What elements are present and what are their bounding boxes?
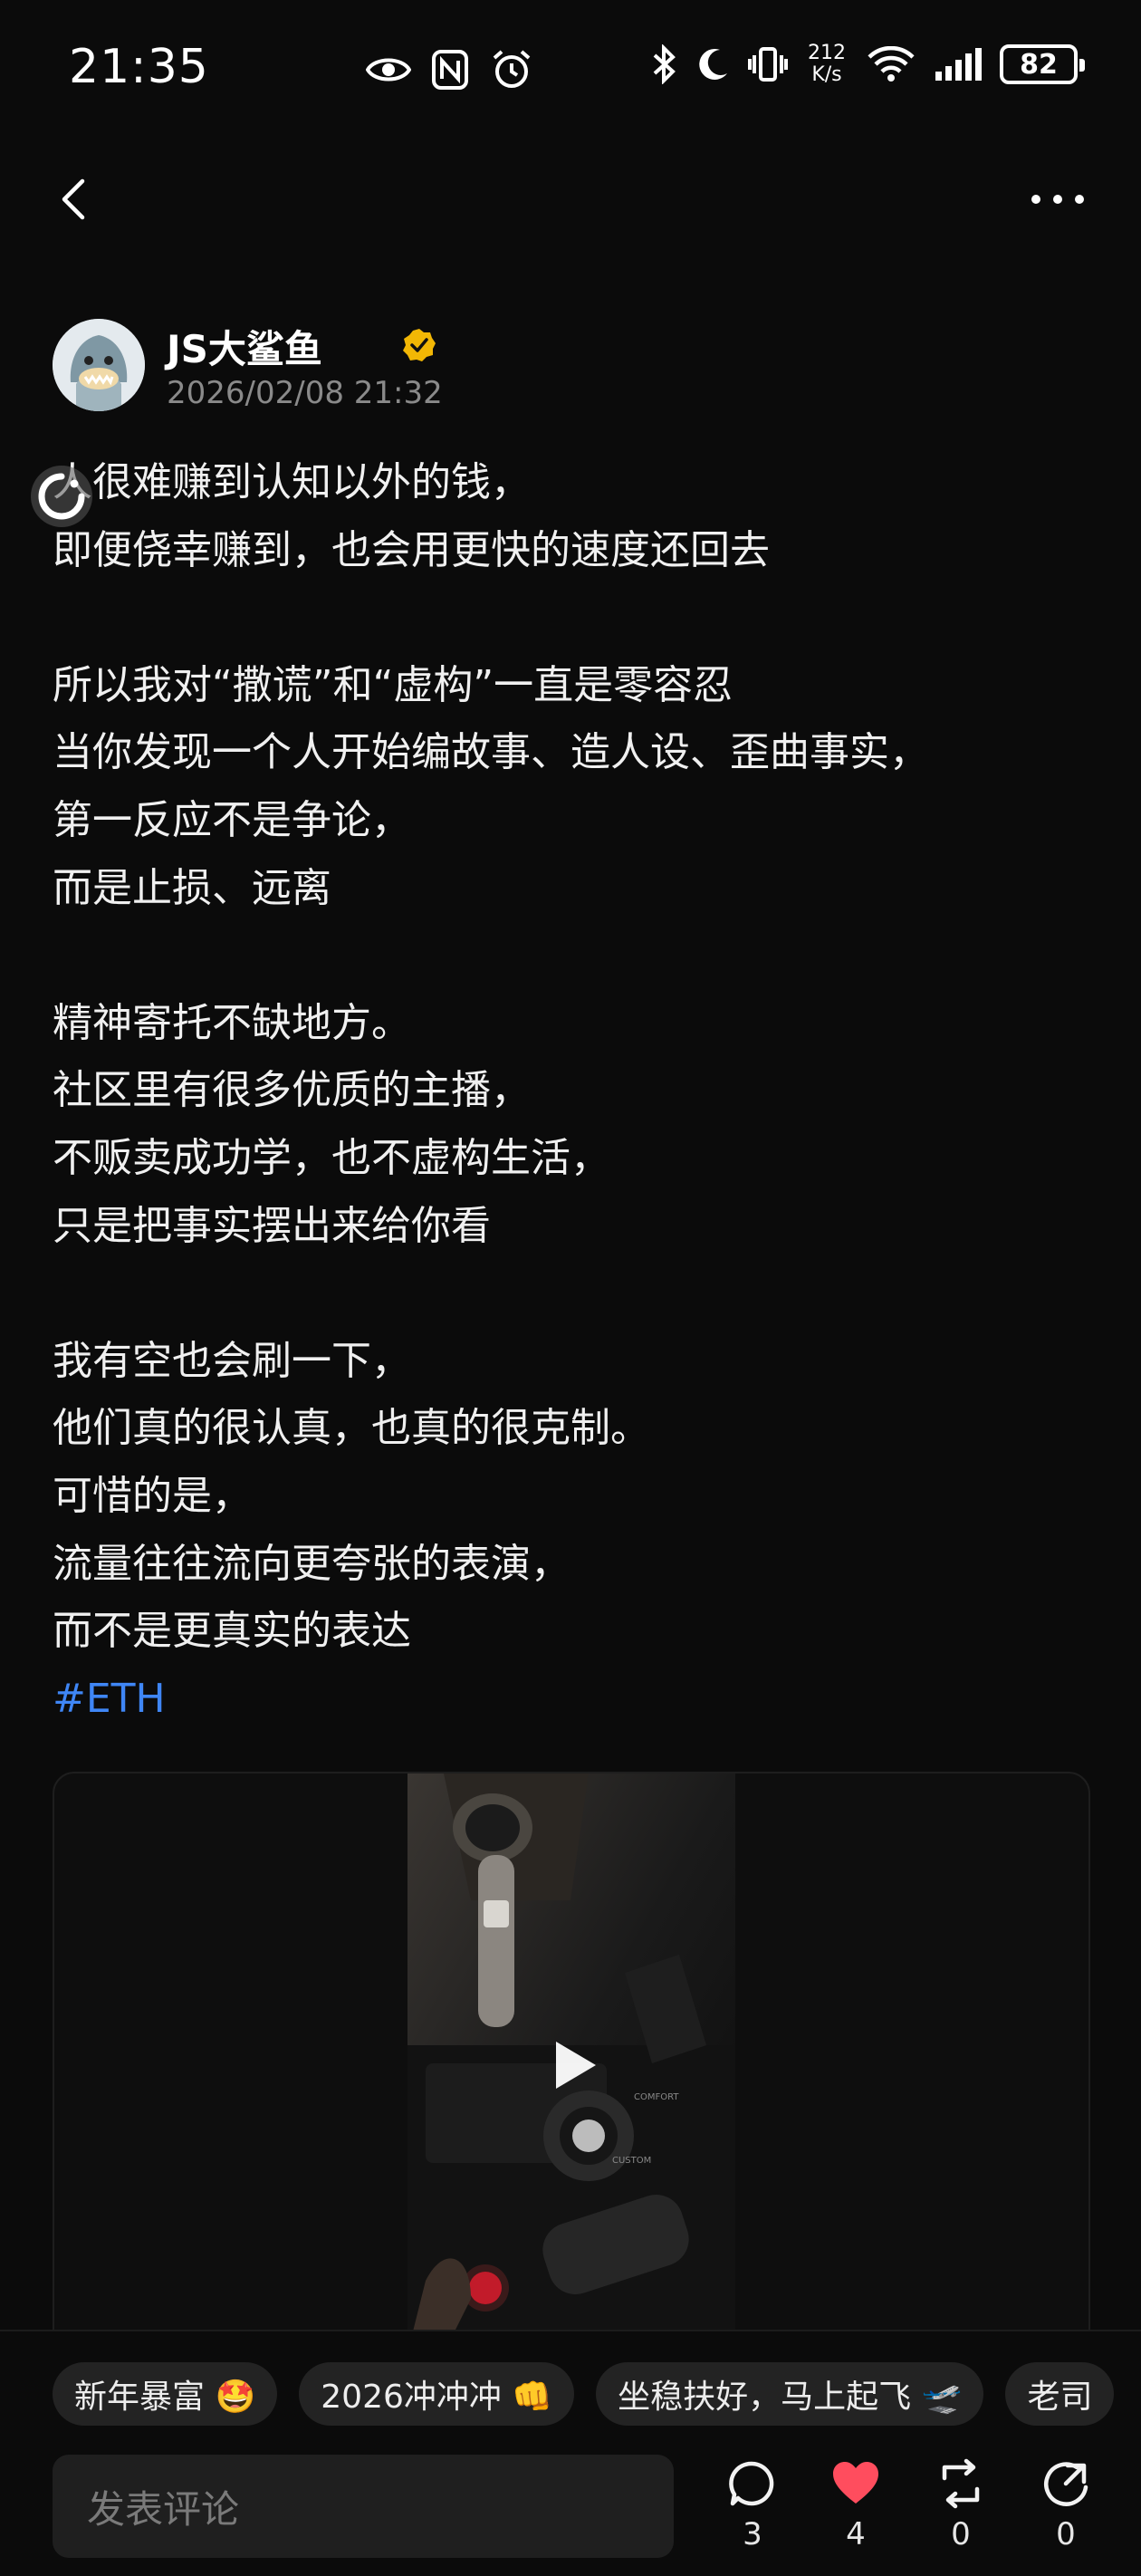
author-header: JS大鲨鱼 2026/02/08 21:32 [53,319,1094,418]
more-options-button[interactable] [1029,172,1087,226]
avatar[interactable] [53,319,145,411]
status-right-icons: 212 K/s 82 [648,42,1085,87]
svg-text:COMFORT: COMFORT [634,2092,679,2102]
comment-icon [729,2461,774,2506]
hashtag-link[interactable]: #ETH [53,1666,1103,1734]
quick-tag[interactable]: 老司 [1005,2362,1115,2426]
share-button[interactable]: 0 [1034,2458,1098,2558]
post-line: 而是止损、远离 [53,864,331,911]
post-line: 流量往往流向更夸张的表演， [53,1540,570,1587]
back-button[interactable] [47,172,98,226]
chevron-left-icon [62,178,85,220]
post-line-blank [53,922,1103,990]
comment-count: 3 [743,2516,762,2552]
repost-count: 0 [951,2516,971,2552]
repost-icon [942,2458,980,2509]
signal-icon [933,42,983,87]
post-line: 即便侥幸赚到，也会用更快的速度还回去 [53,526,770,573]
quick-tags: 新年暴富 🤩 2026冲冲冲 👊 坐稳扶好，马上起飞 🛫 老司 [53,2362,1115,2426]
status-time: 21:35 [69,40,209,94]
svg-text:CUSTOM: CUSTOM [612,2156,651,2166]
moon-icon [695,42,732,87]
video-thumbnail[interactable]: COMFORT CUSTOM [408,1773,735,2350]
post-line: 我有空也会刷一下， [53,1337,411,1384]
post-timestamp: 2026/02/08 21:32 [167,375,443,411]
more-dots-icon [1031,195,1084,204]
bottom-bar: 新年暴富 🤩 2026冲冲冲 👊 坐稳扶好，马上起飞 🛫 老司 发表评论 3 4… [0,2330,1141,2576]
post-line: 他们真的很认真，也真的很克制。 [53,1405,650,1452]
post-line: 而不是更真实的表达 [53,1608,411,1655]
status-bar: 21:35 212 K/s 82 [0,0,1141,145]
post-line: 所以我对“撒谎”和“虚构”一直是零容忍 [53,661,734,708]
comment-input[interactable]: 发表评论 [53,2455,674,2558]
wifi-icon [866,42,916,87]
loading-spinner-icon [29,464,94,529]
post-line: 只是把事实摆出来给你看 [53,1202,491,1249]
quick-tag[interactable]: 新年暴富 🤩 [53,2362,278,2426]
post-line: 当你发现一个人开始编故事、造人设、歪曲事实， [53,729,929,776]
post-line-blank [53,584,1103,652]
like-button[interactable]: 4 [824,2458,887,2558]
like-count: 4 [846,2516,866,2552]
bluetooth-icon [648,42,679,87]
post-line-blank [53,1260,1103,1328]
post-line: 第一反应不是争论， [53,796,411,843]
play-icon[interactable] [543,2036,601,2094]
battery-level: 82 [1020,48,1058,81]
vibrate-icon [748,42,788,87]
comment-button[interactable]: 3 [721,2458,784,2558]
nfc-icon [427,47,473,92]
top-nav [0,154,1141,245]
heart-icon [833,2462,878,2504]
alarm-icon [489,47,534,92]
post-line: 可惜的是， [53,1472,252,1519]
share-icon [1044,2462,1088,2506]
post-body: 人很难赚到认知以外的钱， 即便侥幸赚到，也会用更快的速度还回去 所以我对“撒谎”… [53,449,1103,1733]
post-line: 不贩卖成功学，也不虚构生活， [53,1134,610,1181]
post-line: 人很难赚到认知以外的钱， [53,459,531,505]
repost-button[interactable]: 0 [929,2458,992,2558]
author-name[interactable]: JS大鲨鱼 [167,319,322,374]
share-count: 0 [1056,2516,1076,2552]
quick-tag[interactable]: 2026冲冲冲 👊 [299,2362,575,2426]
network-speed: 212 K/s [808,42,846,86]
eye-icon [366,47,411,92]
post-line: 社区里有很多优质的主播， [53,1067,531,1114]
quick-tag[interactable]: 坐稳扶好，马上起飞 🛫 [596,2362,984,2426]
battery-indicator: 82 [1000,44,1085,84]
post-line: 精神寄托不缺地方。 [53,999,411,1046]
status-left-icons [366,47,534,92]
verified-badge-icon [402,328,436,362]
video-card[interactable]: COMFORT CUSTOM [53,1772,1090,2351]
